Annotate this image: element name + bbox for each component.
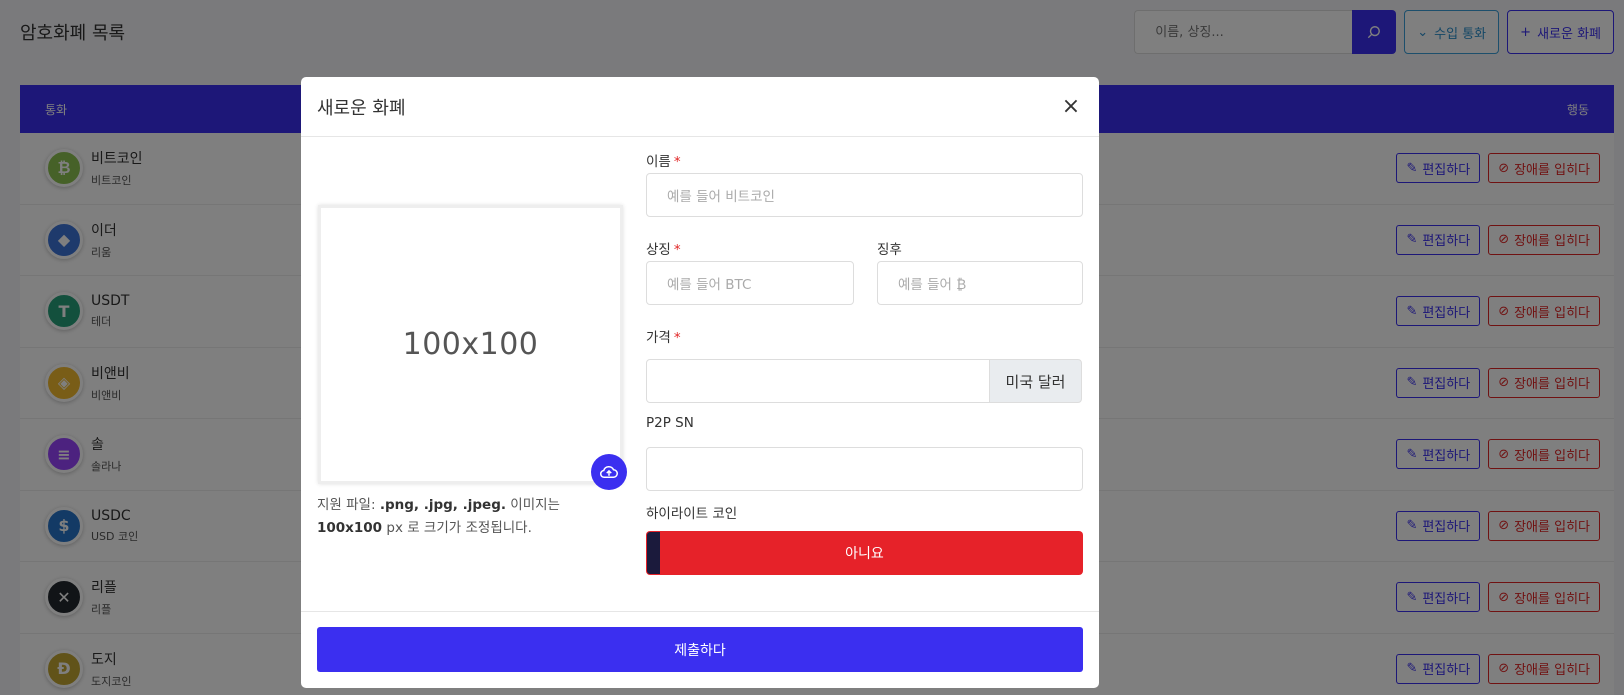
modal-footer: 제출하다 bbox=[301, 611, 1099, 688]
price-currency-addon: 미국 달러 bbox=[989, 359, 1082, 403]
new-currency-modal: 새로운 화폐 × 100x100 지원 파일: .png, .jpg, .jpe… bbox=[301, 77, 1099, 688]
sign-label: 징후 bbox=[877, 238, 902, 258]
sign-label-text: 징후 bbox=[877, 242, 902, 258]
hint-middle: 이미지는 bbox=[506, 497, 560, 513]
p2p-input[interactable] bbox=[646, 447, 1083, 491]
required-mark: * bbox=[673, 242, 681, 258]
toggle-knob bbox=[647, 532, 660, 574]
symbol-placeholder: 예를 들어 BTC bbox=[667, 277, 752, 293]
close-icon: × bbox=[1061, 94, 1081, 119]
image-placeholder: 100x100 bbox=[402, 327, 539, 362]
symbol-label-text: 상징 bbox=[646, 242, 671, 258]
cloud-upload-icon bbox=[600, 466, 618, 478]
name-label-text: 이름 bbox=[646, 154, 671, 170]
hint-formats: .png, .jpg, .jpeg. bbox=[379, 497, 506, 513]
highlight-value: 아니요 bbox=[845, 546, 884, 562]
name-input[interactable]: 예를 들어 비트코인 bbox=[646, 173, 1083, 217]
modal-title: 새로운 화폐 bbox=[317, 97, 406, 119]
submit-button[interactable]: 제출하다 bbox=[317, 627, 1083, 672]
modal-body: 100x100 지원 파일: .png, .jpg, .jpeg. 이미지는 1… bbox=[301, 137, 1099, 611]
sign-input[interactable]: 예를 들어 ₿ bbox=[877, 261, 1083, 305]
highlight-label: 하이라이트 코인 bbox=[646, 506, 738, 522]
name-placeholder: 예를 들어 비트코인 bbox=[667, 189, 775, 205]
upload-button[interactable] bbox=[591, 454, 627, 490]
modal-header: 새로운 화폐 × bbox=[301, 77, 1099, 137]
sign-placeholder: 예를 들어 ₿ bbox=[898, 277, 967, 293]
hint-size: 100x100 bbox=[317, 520, 383, 536]
price-label: 가격 * bbox=[646, 326, 681, 346]
highlight-toggle[interactable]: 아니요 bbox=[646, 531, 1083, 575]
image-preview: 100x100 bbox=[318, 205, 623, 484]
required-mark: * bbox=[673, 330, 681, 346]
price-input[interactable] bbox=[646, 359, 990, 403]
file-hint: 지원 파일: .png, .jpg, .jpeg. 이미지는 100x100 p… bbox=[317, 494, 627, 540]
hint-suffix: px 로 크기가 조정됩니다. bbox=[382, 520, 532, 536]
required-mark: * bbox=[673, 154, 681, 170]
price-label-text: 가격 bbox=[646, 330, 671, 346]
name-label: 이름 * bbox=[646, 150, 681, 170]
p2p-label: P2P SN bbox=[646, 415, 694, 431]
close-button[interactable]: × bbox=[1059, 94, 1083, 119]
symbol-input[interactable]: 예를 들어 BTC bbox=[646, 261, 854, 305]
hint-prefix: 지원 파일: bbox=[317, 497, 380, 513]
symbol-label: 상징 * bbox=[646, 238, 681, 258]
